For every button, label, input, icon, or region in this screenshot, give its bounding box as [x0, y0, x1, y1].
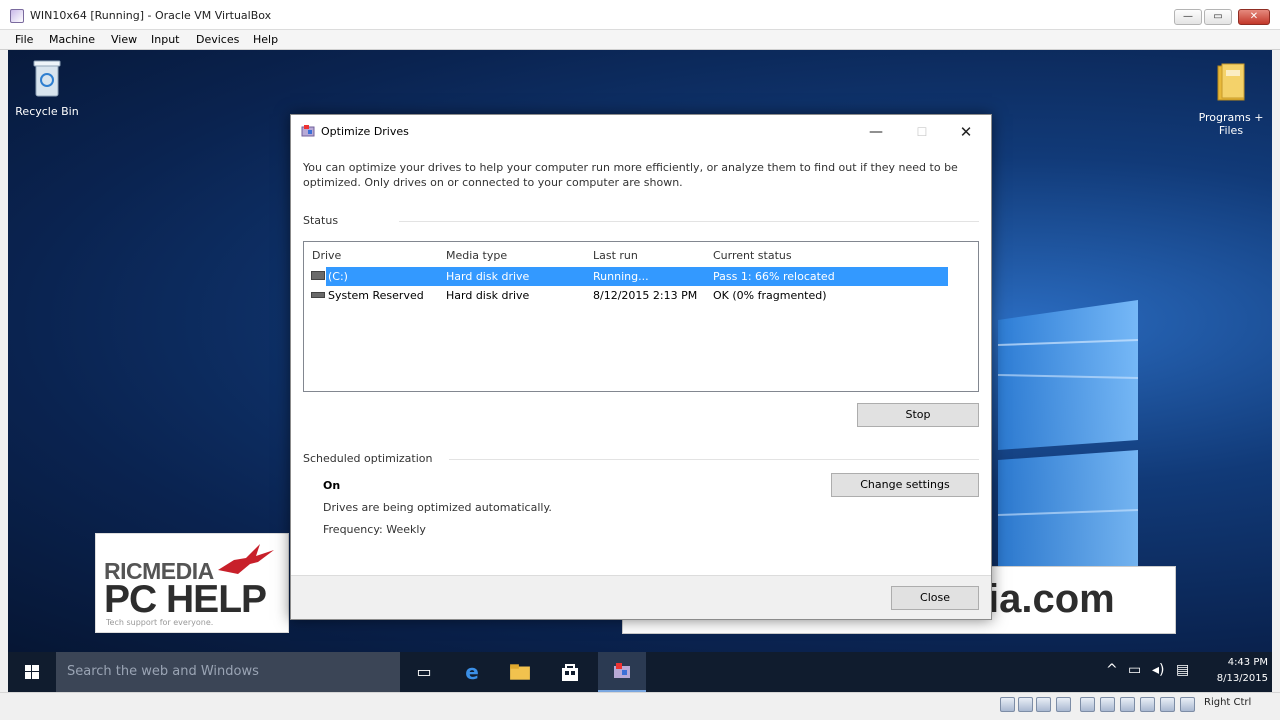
- vbox-window-title: WIN10x64 [Running] - Oracle VM VirtualBo…: [30, 9, 272, 22]
- recycle-bin-label: Recycle Bin: [15, 105, 79, 118]
- stop-button[interactable]: Stop: [857, 403, 979, 427]
- scheduled-section-label: Scheduled optimization: [303, 452, 433, 465]
- defrag-icon: [614, 663, 630, 678]
- column-media-type[interactable]: Media type: [446, 249, 507, 262]
- schedule-description: Drives are being optimized automatically…: [323, 501, 552, 514]
- menu-machine[interactable]: Machine: [49, 33, 95, 46]
- table-row[interactable]: (C:) Hard disk drive Running... Pass 1: …: [326, 267, 948, 286]
- vbox-menubar: File Machine View Input Devices Help: [0, 30, 1280, 50]
- drives-list[interactable]: Drive Media type Last run Current status…: [303, 241, 979, 392]
- status-section-label: Status: [303, 214, 339, 227]
- taskbar-clock[interactable]: 4:43 PM 8/13/2015: [1198, 655, 1268, 687]
- programs-files-label: Programs + Files: [1198, 111, 1264, 137]
- vbox-frame-right: [1272, 50, 1280, 692]
- usb-status-icon[interactable]: [1080, 697, 1095, 712]
- shopping-bag-icon: [562, 664, 578, 681]
- brand-tagline: Tech support for everyone.: [106, 618, 214, 627]
- dialog-footer: Close: [291, 575, 991, 619]
- dialog-minimize-button[interactable]: —: [861, 121, 891, 143]
- menu-help[interactable]: Help: [253, 33, 278, 46]
- menu-devices[interactable]: Devices: [196, 33, 239, 46]
- menu-input[interactable]: Input: [151, 33, 179, 46]
- network-icon[interactable]: ▭: [1128, 662, 1141, 678]
- vbox-minimize-button[interactable]: —: [1174, 9, 1202, 25]
- menu-view[interactable]: View: [111, 33, 137, 46]
- video-capture-status-icon[interactable]: [1140, 697, 1155, 712]
- scheduled-divider: [449, 459, 979, 460]
- hard-disk-status-icon[interactable]: [1000, 697, 1015, 712]
- ricmedia-logo-watermark: RICMEDIA PC HELP Tech support for everyo…: [95, 533, 289, 633]
- dialog-maximize-button[interactable]: ☐: [907, 121, 937, 143]
- change-settings-button[interactable]: Change settings: [831, 473, 979, 497]
- drive-last-run: 8/12/2015 2:13 PM: [593, 289, 698, 302]
- clock-date: 8/13/2015: [1216, 673, 1268, 684]
- hard-drive-icon: [311, 271, 325, 280]
- schedule-state: On: [323, 479, 341, 492]
- dialog-title: Optimize Drives: [321, 125, 409, 138]
- optimize-drives-taskbar-button[interactable]: [598, 652, 646, 692]
- optimize-drives-dialog: Optimize Drives — ☐ ✕ You can optimize y…: [290, 114, 992, 620]
- status-divider: [399, 221, 979, 222]
- clock-time: 4:43 PM: [1227, 657, 1268, 668]
- programs-files-desktop-icon[interactable]: Programs + Files: [1196, 62, 1266, 137]
- vbox-frame-left: [0, 50, 8, 692]
- start-button[interactable]: [8, 652, 56, 692]
- column-drive[interactable]: Drive: [312, 249, 341, 262]
- volume-icon[interactable]: ◂): [1152, 662, 1165, 678]
- audio-status-icon[interactable]: [1036, 697, 1051, 712]
- brand-line2: PC HELP: [104, 578, 267, 621]
- display-status-icon[interactable]: [1120, 697, 1135, 712]
- host-key-label: Right Ctrl: [1204, 697, 1252, 708]
- optical-drive-status-icon[interactable]: [1018, 697, 1033, 712]
- cpu-status-icon[interactable]: [1160, 697, 1175, 712]
- menu-file[interactable]: File: [15, 33, 33, 46]
- drive-name: (C:): [328, 270, 348, 283]
- column-last-run[interactable]: Last run: [593, 249, 638, 262]
- dialog-close-button[interactable]: ✕: [951, 121, 981, 143]
- recycle-bin-desktop-icon[interactable]: Recycle Bin: [14, 58, 80, 118]
- drive-current-status: OK (0% fragmented): [713, 289, 827, 302]
- hummingbird-icon: [218, 544, 274, 574]
- drive-name: System Reserved: [328, 289, 424, 302]
- store-icon[interactable]: [546, 652, 594, 692]
- windows-start-icon: [25, 665, 39, 679]
- network-status-icon[interactable]: [1056, 697, 1071, 712]
- drive-current-status: Pass 1: 66% relocated: [713, 270, 835, 283]
- mouse-integration-status-icon[interactable]: [1180, 697, 1195, 712]
- vbox-restore-button[interactable]: ▭: [1204, 9, 1232, 25]
- vbox-statusbar: Right Ctrl: [0, 692, 1280, 720]
- schedule-frequency: Frequency: Weekly: [323, 523, 426, 536]
- drive-media-type: Hard disk drive: [446, 289, 530, 302]
- drive-last-run: Running...: [593, 270, 649, 283]
- table-row[interactable]: System Reserved Hard disk drive 8/12/201…: [326, 286, 948, 305]
- shared-folders-status-icon[interactable]: [1100, 697, 1115, 712]
- dialog-intro-text: You can optimize your drives to help you…: [303, 161, 958, 189]
- folder-icon: [510, 664, 530, 680]
- dialog-titlebar[interactable]: Optimize Drives — ☐ ✕: [291, 115, 991, 147]
- close-button[interactable]: Close: [891, 586, 979, 610]
- drive-media-type: Hard disk drive: [446, 270, 530, 283]
- vbox-titlebar: WIN10x64 [Running] - Oracle VM VirtualBo…: [0, 0, 1280, 30]
- hard-drive-icon: [311, 292, 325, 298]
- vbox-close-button[interactable]: ✕: [1238, 9, 1270, 25]
- taskbar-search-input[interactable]: Search the web and Windows: [56, 652, 400, 692]
- column-current-status[interactable]: Current status: [713, 249, 792, 262]
- task-view-icon[interactable]: ▭: [400, 652, 448, 692]
- folder-icon: [1217, 63, 1245, 101]
- url-watermark-text: ia.com: [988, 577, 1115, 621]
- edge-icon[interactable]: e: [448, 652, 496, 692]
- defrag-icon: [301, 125, 315, 137]
- windows-taskbar: Search the web and Windows ▭ e ^ ▭ ◂) ▤ …: [8, 652, 1272, 692]
- file-explorer-icon[interactable]: [496, 652, 544, 692]
- show-hidden-icons-chevron-icon[interactable]: ^: [1106, 662, 1118, 678]
- virtualbox-icon: [10, 9, 24, 23]
- recycle-bin-icon: [33, 60, 61, 97]
- action-center-icon[interactable]: ▤: [1176, 662, 1189, 678]
